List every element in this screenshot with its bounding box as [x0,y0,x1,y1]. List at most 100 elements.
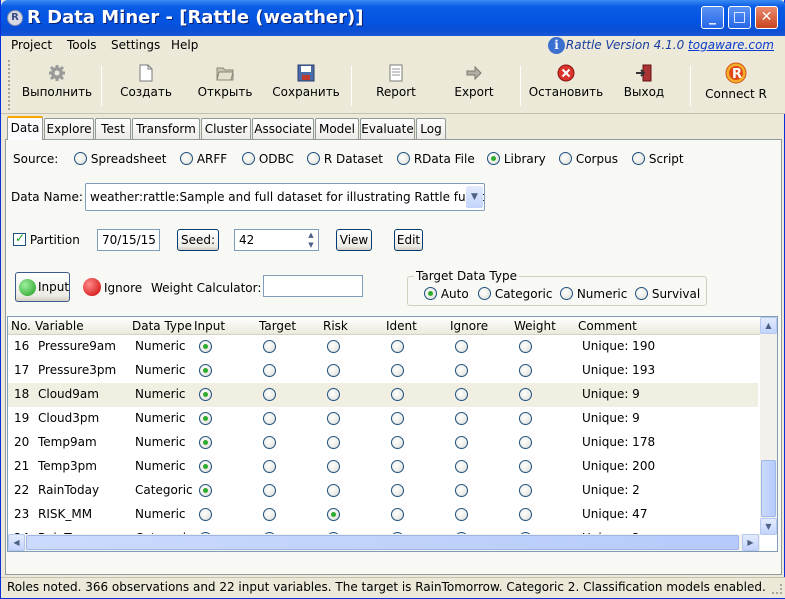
role-radio-target[interactable] [263,436,276,449]
scroll-down-icon[interactable]: ▼ [760,518,777,535]
view-button[interactable]: View [336,229,372,251]
role-radio-target[interactable] [263,460,276,473]
tab-evaluate[interactable]: Evaluate [360,118,415,139]
role-radio-ident[interactable] [391,388,404,401]
column-header-ignore[interactable]: Ignore [450,319,488,333]
column-header-risk[interactable]: Risk [323,319,348,333]
role-radio-input[interactable] [199,388,212,401]
scroll-thumb[interactable] [761,460,776,517]
data-name-select[interactable]: weather:rattle:Sample and full dataset f… [85,183,485,211]
partition-field[interactable]: 70/15/15 [97,229,160,251]
scroll-left-icon[interactable]: ◀ [8,534,25,551]
tab-test[interactable]: Test [95,118,131,139]
table-row[interactable]: 18 Cloud9am Numeric Unique: 9 [8,383,758,407]
export-button[interactable]: Export [441,60,507,110]
seed-button[interactable]: Seed: [177,229,219,251]
column-header-variable[interactable]: Variable [35,319,84,333]
role-radio-input[interactable] [199,412,212,425]
partition-checkbox[interactable]: Partition [13,231,80,247]
column-header-target[interactable]: Target [259,319,296,333]
role-radio-weight[interactable] [519,388,532,401]
role-radio-risk[interactable] [327,484,340,497]
column-header-data-type[interactable]: Data Type [132,319,192,333]
target-type-categoric[interactable]: Categoric [478,287,552,301]
tab-cluster[interactable]: Cluster [201,118,251,139]
target-type-survival[interactable]: Survival [635,287,700,301]
tab-log[interactable]: Log [416,118,446,139]
menu-settings[interactable]: Settings [111,38,160,52]
role-radio-target[interactable] [263,340,276,353]
role-radio-weight[interactable] [519,436,532,449]
horizontal-scrollbar[interactable]: ◀ ▶ [8,534,760,551]
role-radio-weight[interactable] [519,484,532,497]
role-radio-target[interactable] [263,508,276,521]
role-radio-input[interactable] [199,340,212,353]
togaware-link[interactable]: togaware.com [688,38,774,52]
role-radio-input[interactable] [199,484,212,497]
red-circle-icon[interactable] [83,278,101,296]
role-radio-ignore[interactable] [455,340,468,353]
role-radio-ident[interactable] [391,340,404,353]
column-header-ident[interactable]: Ident [386,319,417,333]
table-row[interactable]: 20 Temp9am Numeric Unique: 178 [8,431,758,455]
tab-explore[interactable]: Explore [44,118,94,139]
menu-project[interactable]: Project [11,38,52,52]
column-header-no[interactable]: No. [11,319,31,333]
menu-tools[interactable]: Tools [67,38,97,52]
seed-spinner[interactable]: 42 ▲ ▼ [234,229,319,251]
tab-model[interactable]: Model [315,118,359,139]
spin-down-icon[interactable]: ▼ [305,240,317,250]
column-header-input[interactable]: Input [194,319,225,333]
role-radio-target[interactable] [263,412,276,425]
role-radio-ignore[interactable] [455,364,468,377]
vertical-scrollbar[interactable]: ▲ ▼ [760,317,777,535]
role-radio-weight[interactable] [519,340,532,353]
role-radio-weight[interactable] [519,412,532,425]
table-row[interactable]: 23 RISK_MM Numeric Unique: 47 [8,503,758,527]
role-radio-target[interactable] [263,484,276,497]
role-radio-risk[interactable] [327,436,340,449]
role-radio-ident[interactable] [391,508,404,521]
column-header-comment[interactable]: Comment [578,319,637,333]
role-radio-target[interactable] [263,388,276,401]
table-row[interactable]: 21 Temp3pm Numeric Unique: 200 [8,455,758,479]
edit-button[interactable]: Edit [394,229,423,251]
role-radio-input[interactable] [199,436,212,449]
table-row[interactable]: 19 Cloud3pm Numeric Unique: 9 [8,407,758,431]
source-option-library[interactable]: Library [487,152,546,166]
table-row[interactable]: 22 RainToday Categoric Unique: 2 [8,479,758,503]
role-radio-ident[interactable] [391,436,404,449]
source-option-corpus[interactable]: Corpus [559,152,618,166]
role-radio-ignore[interactable] [455,388,468,401]
title-bar[interactable]: R R Data Miner - [Rattle (weather)] _ □ … [1,0,785,36]
target-type-numeric[interactable]: Numeric [560,287,627,301]
quit-button[interactable]: Выход [613,60,675,110]
open-button[interactable]: Открыть [189,60,261,110]
ignore-role-label[interactable]: Ignore [104,281,142,295]
close-button[interactable]: ✕ [755,6,778,29]
role-radio-risk[interactable] [327,364,340,377]
source-option-r-dataset[interactable]: R Dataset [307,152,383,166]
resize-grip-icon[interactable] [772,584,782,594]
role-radio-risk[interactable] [327,340,340,353]
menu-help[interactable]: Help [171,38,198,52]
tab-data[interactable]: Data [7,116,43,140]
maximize-button[interactable]: □ [728,6,751,29]
scroll-thumb[interactable] [26,535,739,550]
role-radio-ident[interactable] [391,460,404,473]
source-option-arff[interactable]: ARFF [180,152,227,166]
role-radio-ignore[interactable] [455,508,468,521]
scroll-right-icon[interactable]: ▶ [742,534,759,551]
tab-transform[interactable]: Transform [132,118,200,139]
role-radio-risk[interactable] [327,460,340,473]
scroll-up-icon[interactable]: ▲ [760,317,777,334]
chevron-down-icon[interactable]: ▼ [466,186,483,208]
role-radio-ignore[interactable] [455,460,468,473]
report-button[interactable]: Report [363,60,429,110]
source-option-odbc[interactable]: ODBC [242,152,294,166]
stop-button[interactable]: Остановить [527,60,605,110]
target-type-auto[interactable]: Auto [424,287,469,301]
tab-associate[interactable]: Associate [252,118,314,139]
role-radio-input[interactable] [199,364,212,377]
info-icon[interactable]: i [548,37,565,54]
